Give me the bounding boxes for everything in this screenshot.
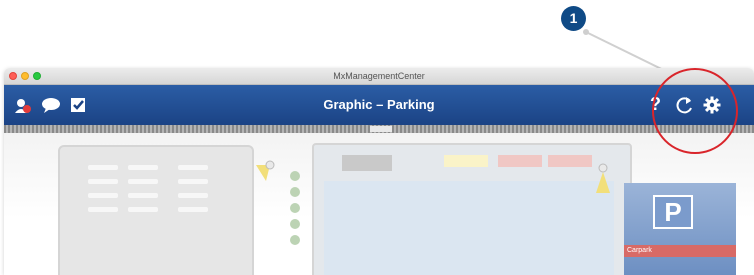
page-title: Graphic – Parking <box>323 97 435 112</box>
highlight-circle <box>652 68 738 154</box>
status-dot <box>290 235 300 245</box>
status-dot <box>290 187 300 197</box>
graphic-left-panel <box>58 145 254 275</box>
graphic-map-panel <box>312 143 632 275</box>
app-toolbar: Graphic – Parking ? <box>4 85 754 125</box>
status-dot <box>290 203 300 213</box>
window-title: MxManagementCenter <box>333 71 425 81</box>
window-titlebar: MxManagementCenter <box>4 68 754 85</box>
app-window: MxManagementCenter Graphic – Parking ? P… <box>4 68 754 275</box>
parking-sign-icon: P <box>653 195 693 229</box>
camera-marker-icon <box>596 163 610 193</box>
camera-marker-icon <box>256 160 275 181</box>
graphic-content: P Carpark <box>4 133 754 275</box>
callout-badge: 1 <box>561 6 586 31</box>
parking-label: Carpark <box>624 245 736 257</box>
parking-card: P Carpark <box>624 183 736 275</box>
status-dot <box>290 171 300 181</box>
splitter-handle[interactable] <box>370 126 392 132</box>
screenshot-stage: 1 MxManagementCenter Graphic – Parking ?… <box>0 0 754 275</box>
status-dot <box>290 219 300 229</box>
